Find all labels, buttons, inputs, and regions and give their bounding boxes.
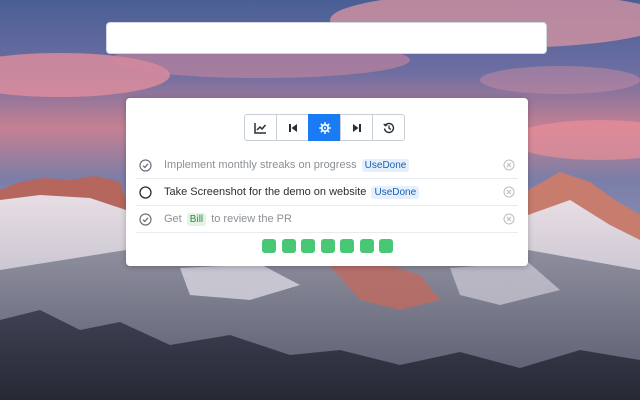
todo-done-toggle[interactable] <box>137 184 153 200</box>
todo-text: Take Screenshot for the demo on website … <box>164 185 421 199</box>
streak-tracker <box>262 239 399 253</box>
streak-day <box>359 239 374 253</box>
streak-day <box>301 239 315 253</box>
settings-button[interactable] <box>308 114 341 141</box>
todo-text: Implement monthly streaks on progress Us… <box>164 158 411 172</box>
todo-done-toggle[interactable] <box>137 157 153 173</box>
streak-day <box>320 239 335 253</box>
todo-label: Get <box>164 212 182 225</box>
todo-item: Take Screenshot for the demo on website … <box>136 179 518 206</box>
streak-day <box>281 239 296 253</box>
todo-label: Take Screenshot for the demo on website <box>164 185 367 198</box>
skip-previous-icon <box>288 123 297 132</box>
close-circle-icon <box>503 213 515 225</box>
toolbar <box>244 114 405 141</box>
circle-icon <box>138 185 152 199</box>
skip-next-icon <box>352 123 361 132</box>
history-icon <box>382 122 394 133</box>
streak-day <box>340 239 354 253</box>
previous-day-button[interactable] <box>276 114 309 141</box>
check-circle-icon <box>138 212 152 226</box>
search-input[interactable] <box>106 22 547 54</box>
close-circle-icon <box>503 186 515 198</box>
todo-list: Implement monthly streaks on progress Us… <box>136 152 518 233</box>
close-circle-icon <box>503 159 515 171</box>
todo-label: Implement monthly streaks on progress <box>164 158 357 171</box>
next-day-button[interactable] <box>340 114 373 141</box>
todo-item: Implement monthly streaks on progress Us… <box>136 152 518 179</box>
history-button[interactable] <box>372 114 405 141</box>
delete-todo-button[interactable] <box>503 186 515 198</box>
todo-text: Get Bill to review the PR <box>164 212 292 226</box>
delete-todo-button[interactable] <box>503 159 515 171</box>
delete-todo-button[interactable] <box>503 213 515 225</box>
settings-gear-icon <box>318 121 331 134</box>
chart-line-icon <box>254 122 267 134</box>
todo-label: to review the PR <box>211 212 292 225</box>
streak-day <box>379 239 393 253</box>
todo-mention[interactable]: Bill <box>186 212 207 226</box>
todo-tag[interactable]: UseDone <box>361 158 410 172</box>
todo-tag[interactable]: UseDone <box>371 185 420 199</box>
todo-item: Get Bill to review the PR <box>136 206 518 233</box>
todo-panel: Implement monthly streaks on progress Us… <box>126 98 528 266</box>
stats-button[interactable] <box>244 114 277 141</box>
todo-done-toggle[interactable] <box>137 211 153 227</box>
streak-day <box>262 239 276 253</box>
check-circle-icon <box>138 158 152 172</box>
